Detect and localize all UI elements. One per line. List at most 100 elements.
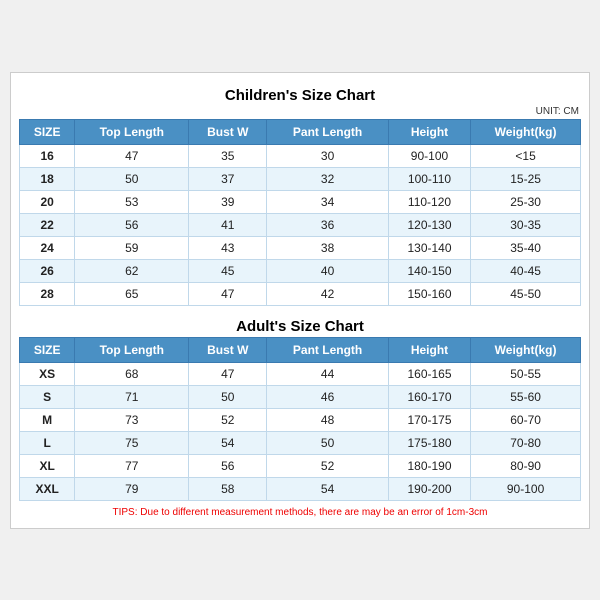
adult-cell-3-2: 54 <box>189 431 267 454</box>
children-cell-6-4: 150-160 <box>388 282 470 305</box>
children-cell-3-5: 30-35 <box>471 213 581 236</box>
children-cell-1-3: 32 <box>267 167 389 190</box>
children-cell-3-4: 120-130 <box>388 213 470 236</box>
adult-cell-4-5: 80-90 <box>471 454 581 477</box>
children-cell-2-4: 110-120 <box>388 190 470 213</box>
children-cell-5-2: 45 <box>189 259 267 282</box>
children-cell-6-5: 45-50 <box>471 282 581 305</box>
adult-cell-0-2: 47 <box>189 362 267 385</box>
children-cell-1-4: 100-110 <box>388 167 470 190</box>
children-row-4: 24594338130-14035-40 <box>20 236 581 259</box>
adult-cell-0-5: 50-55 <box>471 362 581 385</box>
adult-cell-1-3: 46 <box>267 385 389 408</box>
adult-cell-2-4: 170-175 <box>388 408 470 431</box>
children-row-6: 28654742150-16045-50 <box>20 282 581 305</box>
adult-body: XS684744160-16550-55S715046160-17055-60M… <box>20 362 581 500</box>
chart-container: Children's Size Chart UNIT: CM SIZETop L… <box>10 72 590 529</box>
children-cell-5-3: 40 <box>267 259 389 282</box>
adult-cell-1-1: 71 <box>75 385 189 408</box>
adult-cell-4-2: 56 <box>189 454 267 477</box>
adult-table: SIZETop LengthBust WPant LengthHeightWei… <box>19 337 581 501</box>
adult-row-3: L755450175-18070-80 <box>20 431 581 454</box>
adult-cell-5-0: XXL <box>20 477 75 500</box>
children-cell-4-4: 130-140 <box>388 236 470 259</box>
children-cell-0-1: 47 <box>75 144 189 167</box>
adult-header-cell-4: Height <box>388 337 470 362</box>
children-row-2: 20533934110-12025-30 <box>20 190 581 213</box>
children-cell-1-1: 50 <box>75 167 189 190</box>
children-cell-4-5: 35-40 <box>471 236 581 259</box>
adult-row-0: XS684744160-16550-55 <box>20 362 581 385</box>
adult-cell-0-0: XS <box>20 362 75 385</box>
adult-cell-3-4: 175-180 <box>388 431 470 454</box>
children-cell-4-2: 43 <box>189 236 267 259</box>
children-cell-2-5: 25-30 <box>471 190 581 213</box>
children-cell-0-5: <15 <box>471 144 581 167</box>
children-table: SIZETop LengthBust WPant LengthHeightWei… <box>19 119 581 306</box>
children-cell-3-0: 22 <box>20 213 75 236</box>
adult-cell-3-1: 75 <box>75 431 189 454</box>
children-row-1: 18503732100-11015-25 <box>20 167 581 190</box>
adult-cell-0-3: 44 <box>267 362 389 385</box>
adult-cell-5-1: 79 <box>75 477 189 500</box>
children-cell-4-3: 38 <box>267 236 389 259</box>
children-cell-2-1: 53 <box>75 190 189 213</box>
adult-header-cell-0: SIZE <box>20 337 75 362</box>
adult-cell-5-5: 90-100 <box>471 477 581 500</box>
adult-cell-2-1: 73 <box>75 408 189 431</box>
adult-cell-1-5: 55-60 <box>471 385 581 408</box>
adult-cell-3-3: 50 <box>267 431 389 454</box>
adult-header-cell-3: Pant Length <box>267 337 389 362</box>
adult-row-1: S715046160-17055-60 <box>20 385 581 408</box>
children-cell-6-0: 28 <box>20 282 75 305</box>
adult-cell-0-1: 68 <box>75 362 189 385</box>
children-cell-5-5: 40-45 <box>471 259 581 282</box>
adult-cell-2-3: 48 <box>267 408 389 431</box>
adult-cell-3-5: 70-80 <box>471 431 581 454</box>
adult-header-cell-2: Bust W <box>189 337 267 362</box>
adult-cell-2-0: M <box>20 408 75 431</box>
children-header-cell-3: Pant Length <box>267 119 389 144</box>
adult-cell-1-0: S <box>20 385 75 408</box>
children-header-cell-0: SIZE <box>20 119 75 144</box>
children-header-cell-1: Top Length <box>75 119 189 144</box>
adult-cell-2-5: 60-70 <box>471 408 581 431</box>
children-header-cell-4: Height <box>388 119 470 144</box>
children-cell-3-1: 56 <box>75 213 189 236</box>
adult-cell-4-1: 77 <box>75 454 189 477</box>
children-cell-5-4: 140-150 <box>388 259 470 282</box>
adult-cell-4-4: 180-190 <box>388 454 470 477</box>
adult-row-2: M735248170-17560-70 <box>20 408 581 431</box>
adult-cell-2-2: 52 <box>189 408 267 431</box>
adult-cell-5-2: 58 <box>189 477 267 500</box>
children-row-0: 1647353090-100<15 <box>20 144 581 167</box>
children-cell-2-0: 20 <box>20 190 75 213</box>
children-cell-0-4: 90-100 <box>388 144 470 167</box>
children-title: Children's Size Chart <box>19 81 581 106</box>
children-cell-3-2: 41 <box>189 213 267 236</box>
children-cell-3-3: 36 <box>267 213 389 236</box>
adult-cell-1-4: 160-170 <box>388 385 470 408</box>
adult-row-4: XL775652180-19080-90 <box>20 454 581 477</box>
adult-cell-4-3: 52 <box>267 454 389 477</box>
children-cell-6-3: 42 <box>267 282 389 305</box>
adult-cell-1-2: 50 <box>189 385 267 408</box>
adult-header-row: SIZETop LengthBust WPant LengthHeightWei… <box>20 337 581 362</box>
children-cell-5-1: 62 <box>75 259 189 282</box>
adult-cell-5-3: 54 <box>267 477 389 500</box>
children-cell-1-5: 15-25 <box>471 167 581 190</box>
children-cell-2-2: 39 <box>189 190 267 213</box>
adult-cell-3-0: L <box>20 431 75 454</box>
adult-header-cell-1: Top Length <box>75 337 189 362</box>
children-cell-0-0: 16 <box>20 144 75 167</box>
adult-title: Adult's Size Chart <box>19 312 581 337</box>
unit-label: UNIT: CM <box>19 106 581 117</box>
children-cell-6-2: 47 <box>189 282 267 305</box>
children-header-row: SIZETop LengthBust WPant LengthHeightWei… <box>20 119 581 144</box>
children-cell-1-2: 37 <box>189 167 267 190</box>
adult-cell-4-0: XL <box>20 454 75 477</box>
children-cell-2-3: 34 <box>267 190 389 213</box>
children-row-3: 22564136120-13030-35 <box>20 213 581 236</box>
children-cell-1-0: 18 <box>20 167 75 190</box>
children-cell-6-1: 65 <box>75 282 189 305</box>
